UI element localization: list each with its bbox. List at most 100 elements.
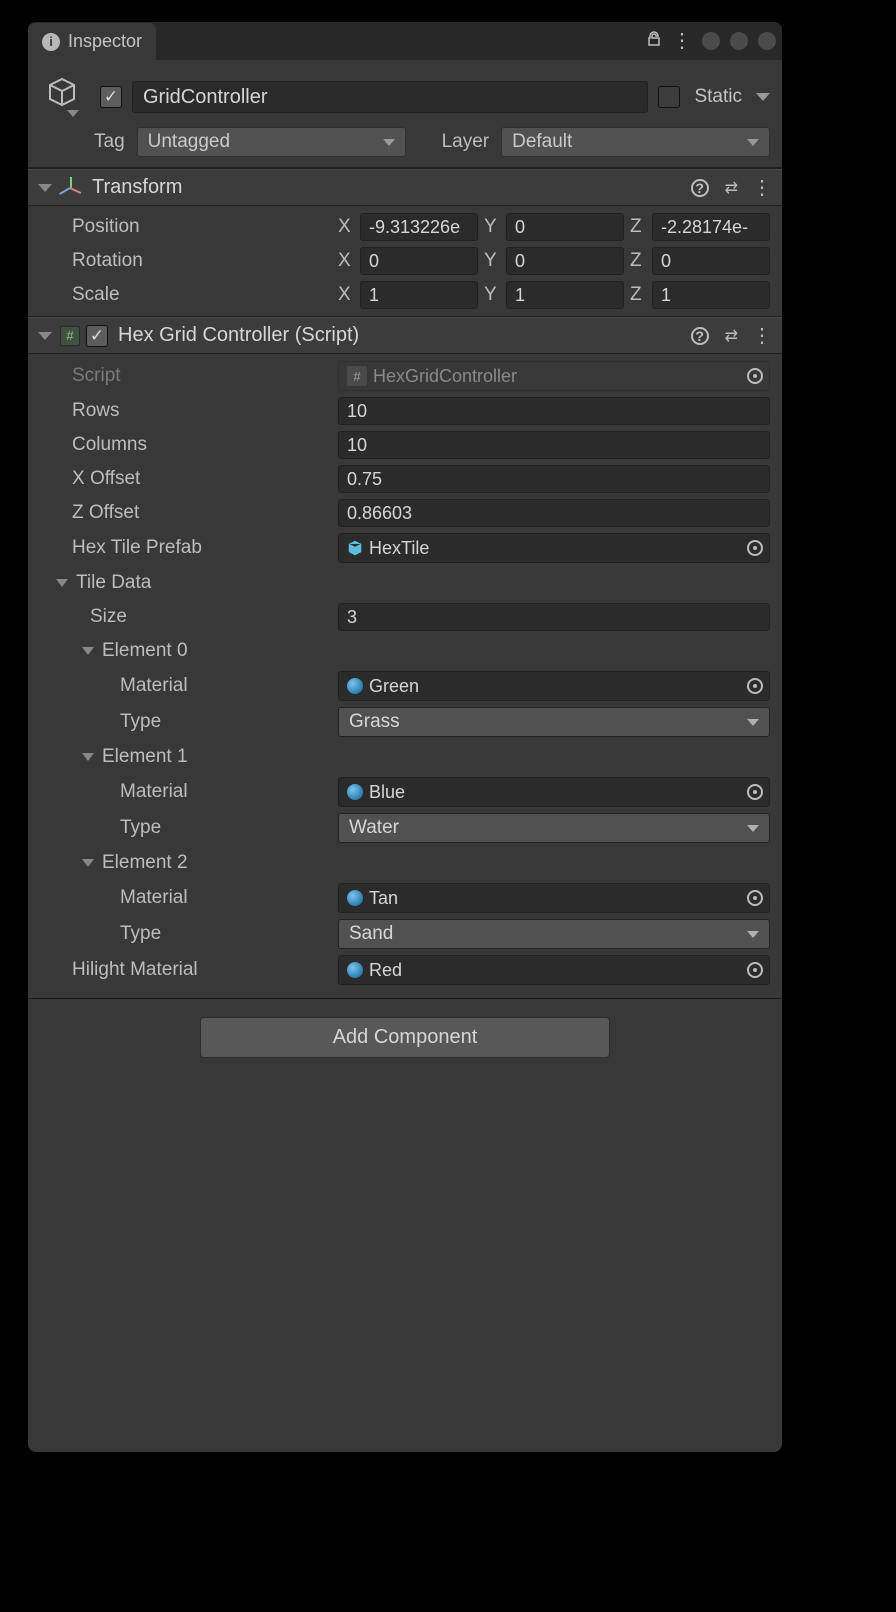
material-icon xyxy=(347,962,363,978)
tiledata-foldout[interactable] xyxy=(56,579,68,587)
element2-foldout[interactable] xyxy=(82,859,94,867)
scale-y-input[interactable]: 1 xyxy=(506,281,624,309)
scale-row: Scale X1 Y1 Z1 xyxy=(28,278,782,312)
columns-label: Columns xyxy=(48,434,338,456)
tag-label: Tag xyxy=(94,131,125,153)
element1-material-label: Material xyxy=(48,781,338,803)
tiledata-label: Tile Data xyxy=(76,572,151,593)
rotation-x-input[interactable]: 0 xyxy=(360,247,478,275)
static-dropdown[interactable] xyxy=(756,93,770,101)
static-label: Static xyxy=(690,86,746,108)
hexgrid-foldout[interactable] xyxy=(38,332,52,340)
script-label: Script xyxy=(48,365,338,387)
layer-label: Layer xyxy=(442,131,490,153)
transform-foldout[interactable] xyxy=(38,184,52,192)
element2-type-dropdown[interactable]: Sand xyxy=(338,919,770,949)
gameobject-name-input[interactable]: GridController xyxy=(132,81,648,113)
inspector-tab[interactable]: i Inspector xyxy=(28,23,156,60)
scale-x-input[interactable]: 1 xyxy=(360,281,478,309)
window-button-3[interactable] xyxy=(758,32,776,50)
tag-dropdown[interactable]: Untagged xyxy=(137,127,406,157)
transform-component: Transform ? ⇄ ⋮ Position X-9.313226e Y0 … xyxy=(28,168,782,316)
element1-material-field[interactable]: Blue xyxy=(338,777,770,807)
position-row: Position X-9.313226e Y0 Z-2.28174e- xyxy=(28,210,782,244)
add-component-button[interactable]: Add Component xyxy=(200,1017,610,1058)
gameobject-header: ✓ GridController Static Tag Untagged Lay… xyxy=(28,60,782,168)
position-x-input[interactable]: -9.313226e xyxy=(360,213,478,241)
element0-type-label: Type xyxy=(48,711,338,733)
tab-title: Inspector xyxy=(68,31,142,52)
element0-foldout[interactable] xyxy=(82,647,94,655)
prefab-icon xyxy=(347,540,363,556)
rows-label: Rows xyxy=(48,400,338,422)
element1-label: Element 1 xyxy=(102,746,188,767)
component-menu-icon[interactable]: ⋮ xyxy=(752,178,772,198)
help-icon[interactable]: ? xyxy=(691,327,709,345)
size-input[interactable]: 3 xyxy=(338,603,770,631)
layer-dropdown[interactable]: Default xyxy=(501,127,770,157)
info-icon: i xyxy=(42,33,60,51)
prefab-label: Hex Tile Prefab xyxy=(48,537,338,559)
rotation-z-input[interactable]: 0 xyxy=(652,247,770,275)
help-icon[interactable]: ? xyxy=(691,179,709,197)
window-button-1[interactable] xyxy=(702,32,720,50)
inspector-window: i Inspector ⋮ ✓ GridController Static xyxy=(28,22,782,1452)
tab-bar: i Inspector ⋮ xyxy=(28,22,782,60)
zoffset-label: Z Offset xyxy=(48,502,338,524)
element2-material-label: Material xyxy=(48,887,338,909)
gameobject-icon[interactable] xyxy=(46,76,78,108)
object-picker-icon[interactable] xyxy=(747,540,763,556)
element1-type-label: Type xyxy=(48,817,338,839)
active-checkbox[interactable]: ✓ xyxy=(100,86,122,108)
xoffset-input[interactable]: 0.75 xyxy=(338,465,770,493)
scale-label: Scale xyxy=(48,284,338,306)
static-checkbox[interactable] xyxy=(658,86,680,108)
position-z-input[interactable]: -2.28174e- xyxy=(652,213,770,241)
hexgrid-component: # ✓ Hex Grid Controller (Script) ? ⇄ ⋮ S… xyxy=(28,316,782,992)
element2-material-field[interactable]: Tan xyxy=(338,883,770,913)
transform-icon xyxy=(60,177,82,199)
position-label: Position xyxy=(48,216,338,238)
xoffset-label: X Offset xyxy=(48,468,338,490)
prefab-field[interactable]: HexTile xyxy=(338,533,770,563)
element2-type-label: Type xyxy=(48,923,338,945)
material-icon xyxy=(347,678,363,694)
columns-input[interactable]: 10 xyxy=(338,431,770,459)
object-picker-icon[interactable] xyxy=(747,890,763,906)
scale-z-input[interactable]: 1 xyxy=(652,281,770,309)
hilight-label: Hilight Material xyxy=(48,959,338,981)
icon-dropdown[interactable] xyxy=(67,110,79,117)
preset-icon[interactable]: ⇄ xyxy=(725,178,736,198)
element0-material-field[interactable]: Green xyxy=(338,671,770,701)
size-label: Size xyxy=(48,606,338,628)
tab-menu-icon[interactable]: ⋮ xyxy=(672,31,692,51)
rotation-y-input[interactable]: 0 xyxy=(506,247,624,275)
hash-icon: # xyxy=(347,366,367,386)
object-picker-icon[interactable] xyxy=(747,678,763,694)
transform-title: Transform xyxy=(92,176,691,199)
element1-type-dropdown[interactable]: Water xyxy=(338,813,770,843)
element1-foldout[interactable] xyxy=(82,753,94,761)
preset-icon[interactable]: ⇄ xyxy=(725,326,736,346)
element0-material-label: Material xyxy=(48,675,338,697)
position-y-input[interactable]: 0 xyxy=(506,213,624,241)
element0-label: Element 0 xyxy=(102,640,188,661)
lock-icon[interactable] xyxy=(646,31,662,52)
object-picker-icon[interactable] xyxy=(747,784,763,800)
hexgrid-enabled-checkbox[interactable]: ✓ xyxy=(86,325,108,347)
object-picker-icon[interactable] xyxy=(747,962,763,978)
script-icon: # xyxy=(60,326,80,346)
material-icon xyxy=(347,890,363,906)
rows-input[interactable]: 10 xyxy=(338,397,770,425)
element0-type-dropdown[interactable]: Grass xyxy=(338,707,770,737)
material-icon xyxy=(347,784,363,800)
element2-label: Element 2 xyxy=(102,852,188,873)
window-button-2[interactable] xyxy=(730,32,748,50)
object-picker-icon[interactable] xyxy=(747,368,763,384)
component-menu-icon[interactable]: ⋮ xyxy=(752,326,772,346)
hilight-material-field[interactable]: Red xyxy=(338,955,770,985)
hexgrid-title: Hex Grid Controller (Script) xyxy=(118,324,691,347)
rotation-row: Rotation X0 Y0 Z0 xyxy=(28,244,782,278)
rotation-label: Rotation xyxy=(48,250,338,272)
zoffset-input[interactable]: 0.86603 xyxy=(338,499,770,527)
